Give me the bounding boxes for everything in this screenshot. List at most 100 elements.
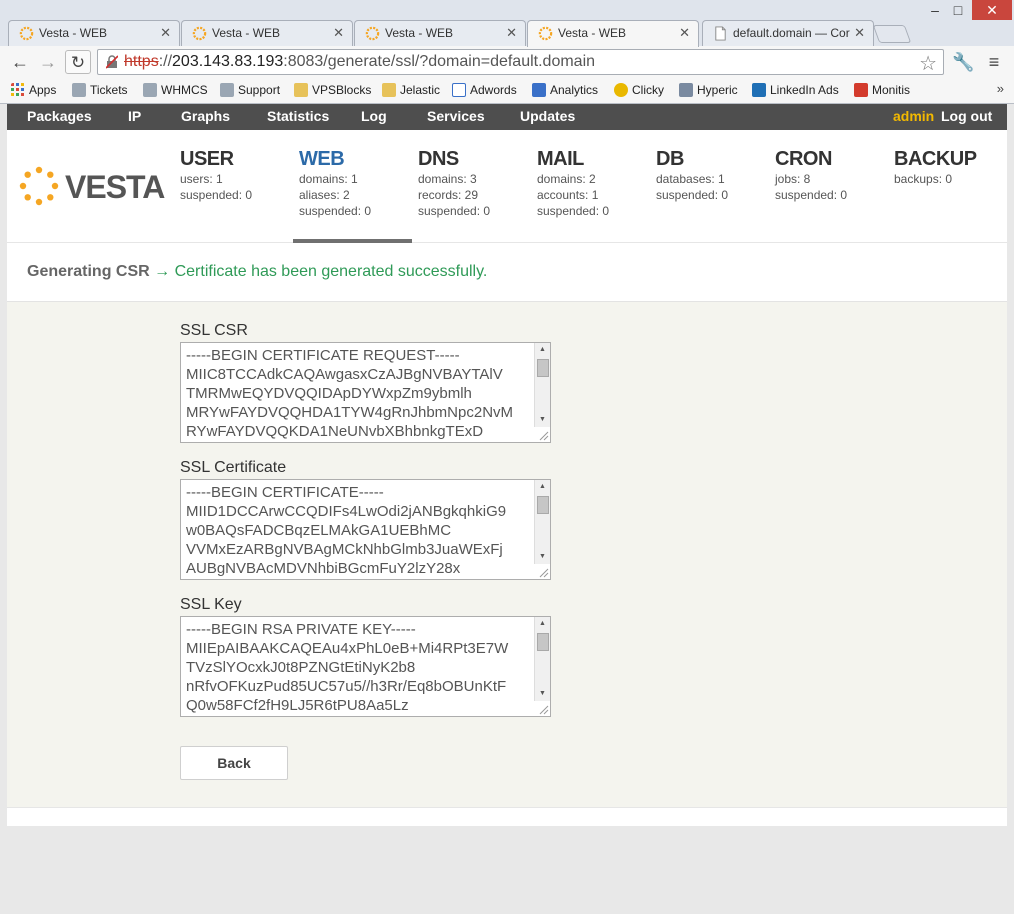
vesta-logo[interactable]: VESTA: [19, 166, 165, 206]
bookmark-support[interactable]: Support: [220, 82, 280, 100]
new-tab-button[interactable]: [872, 25, 912, 43]
more-bookmarks-icon[interactable]: »: [997, 81, 1004, 96]
scroll-thumb[interactable]: [537, 359, 549, 377]
nav-logout[interactable]: Log out: [941, 108, 992, 124]
ssl-form: SSL CSR -----BEGIN CERTIFICATE REQUEST--…: [7, 302, 1007, 807]
close-icon[interactable]: ✕: [679, 25, 690, 41]
google-icon: [532, 83, 546, 97]
ssl-key-textarea[interactable]: -----BEGIN RSA PRIVATE KEY----- MIIEpAIBA…: [180, 616, 551, 717]
ssl-csr-textarea[interactable]: -----BEGIN CERTIFICATE REQUEST----- MIIC8…: [180, 342, 551, 443]
window-close-button[interactable]: ✕: [972, 0, 1012, 20]
back-arrow-icon[interactable]: ←: [8, 50, 32, 74]
stat-title: MAIL: [537, 148, 584, 170]
stat-mail[interactable]: MAIL domains: 2 accounts: 1 suspended: 0: [537, 148, 653, 219]
stat-line: jobs: 8: [775, 172, 811, 186]
close-icon[interactable]: ✕: [333, 25, 344, 41]
browser-toolbar: ← → ↻ https://203.143.83.193:8083/genera…: [0, 46, 1014, 78]
ssl-key-label: SSL Key: [180, 596, 242, 613]
scroll-thumb[interactable]: [537, 496, 549, 514]
browser-tab[interactable]: Vesta - WEB ✕: [354, 20, 526, 46]
scroll-thumb[interactable]: [537, 633, 549, 651]
stat-user[interactable]: USER users: 1 suspended: 0: [180, 148, 296, 203]
close-icon[interactable]: ✕: [160, 25, 171, 41]
bookmark-adwords[interactable]: Adwords: [452, 82, 517, 100]
stat-backup[interactable]: BACKUP backups: 0: [894, 148, 1010, 187]
bookmark-label: Analytics: [550, 83, 599, 97]
stat-title: DNS: [418, 148, 459, 170]
bookmark-label: Adwords: [470, 83, 517, 97]
scrollbar[interactable]: ▲ ▼: [534, 617, 550, 701]
bookmark-label: Apps: [29, 83, 57, 97]
scroll-up-icon[interactable]: ▲: [535, 343, 550, 357]
stat-line: suspended: 0: [180, 188, 253, 202]
browser-tab[interactable]: default.domain — Cor ✕: [702, 20, 874, 46]
stat-line: suspended: 0: [656, 188, 729, 202]
bookmark-monitis[interactable]: Monitis: [854, 82, 910, 100]
nav-user[interactable]: admin: [893, 108, 934, 124]
nav-ip[interactable]: IP: [128, 108, 141, 124]
stat-db[interactable]: DB databases: 1 suspended: 0: [656, 148, 772, 203]
document-icon: [715, 26, 726, 41]
vesta-favicon-icon: [538, 26, 553, 41]
stat-title: DB: [656, 148, 684, 170]
stat-dns[interactable]: DNS domains: 3 records: 29 suspended: 0: [418, 148, 534, 219]
stat-title: USER: [180, 148, 234, 170]
breadcrumb-title: Generating CSR: [27, 263, 150, 280]
reload-icon[interactable]: ↻: [65, 50, 91, 74]
scroll-up-icon[interactable]: ▲: [535, 480, 550, 494]
scroll-up-icon[interactable]: ▲: [535, 617, 550, 631]
wrench-icon[interactable]: 🔧: [952, 52, 974, 72]
scroll-down-icon[interactable]: ▼: [535, 413, 550, 427]
stat-line: suspended: 0: [418, 204, 491, 218]
nav-log[interactable]: Log: [361, 108, 387, 124]
url-scheme: https: [124, 53, 159, 70]
browser-tab[interactable]: Vesta - WEB ✕: [181, 20, 353, 46]
tab-title: Vesta - WEB: [385, 26, 454, 40]
address-bar[interactable]: https://203.143.83.193:8083/generate/ssl…: [97, 49, 944, 75]
scrollbar[interactable]: ▲ ▼: [534, 343, 550, 427]
ssl-certificate-textarea[interactable]: -----BEGIN CERTIFICATE----- MIID1DCCArwCC…: [180, 479, 551, 580]
bookmark-label: LinkedIn Ads: [770, 83, 839, 97]
browser-tab-active[interactable]: Vesta - WEB ✕: [527, 20, 699, 47]
minimize-button[interactable]: –: [924, 0, 946, 20]
nav-statistics[interactable]: Statistics: [267, 108, 329, 124]
stat-line: suspended: 0: [537, 204, 610, 218]
scroll-down-icon[interactable]: ▼: [535, 550, 550, 564]
nav-graphs[interactable]: Graphs: [181, 108, 230, 124]
close-icon[interactable]: ✕: [506, 25, 517, 41]
google-icon: [452, 83, 466, 97]
bookmark-whmcs[interactable]: WHMCS: [143, 82, 208, 100]
stat-cron[interactable]: CRON jobs: 8 suspended: 0: [775, 148, 891, 203]
back-button[interactable]: Back: [180, 746, 288, 780]
resize-grip-icon[interactable]: [534, 563, 550, 579]
bookmark-vpsblocks[interactable]: VPSBlocks: [294, 82, 371, 100]
bookmark-hyperic[interactable]: Hyperic: [679, 82, 738, 100]
nav-packages[interactable]: Packages: [27, 108, 92, 124]
ticket-icon: [72, 83, 86, 97]
ssl-csr-text: -----BEGIN CERTIFICATE REQUEST----- MIIC8…: [186, 347, 514, 440]
scrollbar[interactable]: ▲ ▼: [534, 480, 550, 564]
tab-title: Vesta - WEB: [212, 26, 281, 40]
tab-title: Vesta - WEB: [39, 26, 108, 40]
bookmark-star-icon[interactable]: ☆: [919, 51, 937, 76]
support-icon: [220, 83, 234, 97]
nav-services[interactable]: Services: [427, 108, 485, 124]
nav-updates[interactable]: Updates: [520, 108, 575, 124]
bookmark-label: WHMCS: [161, 83, 208, 97]
bookmark-apps[interactable]: Apps: [11, 82, 56, 100]
forward-arrow-icon[interactable]: →: [36, 50, 60, 74]
browser-tab[interactable]: Vesta - WEB ✕: [8, 20, 180, 46]
bookmark-tickets[interactable]: Tickets: [72, 82, 128, 100]
bookmark-jelastic[interactable]: Jelastic: [382, 82, 440, 100]
bookmark-analytics[interactable]: Analytics: [532, 82, 598, 100]
maximize-button[interactable]: □: [946, 0, 970, 20]
scroll-down-icon[interactable]: ▼: [535, 687, 550, 701]
top-navigation: Packages IP Graphs Statistics Log Servic…: [7, 104, 1007, 130]
bookmark-linkedin-ads[interactable]: LinkedIn Ads: [752, 82, 839, 100]
stat-web[interactable]: WEB domains: 1 aliases: 2 suspended: 0: [299, 148, 415, 219]
close-icon[interactable]: ✕: [854, 25, 865, 41]
resize-grip-icon[interactable]: [534, 426, 550, 442]
bookmark-clicky[interactable]: Clicky: [614, 82, 664, 100]
menu-icon[interactable]: ≡: [984, 52, 1004, 72]
resize-grip-icon[interactable]: [534, 700, 550, 716]
